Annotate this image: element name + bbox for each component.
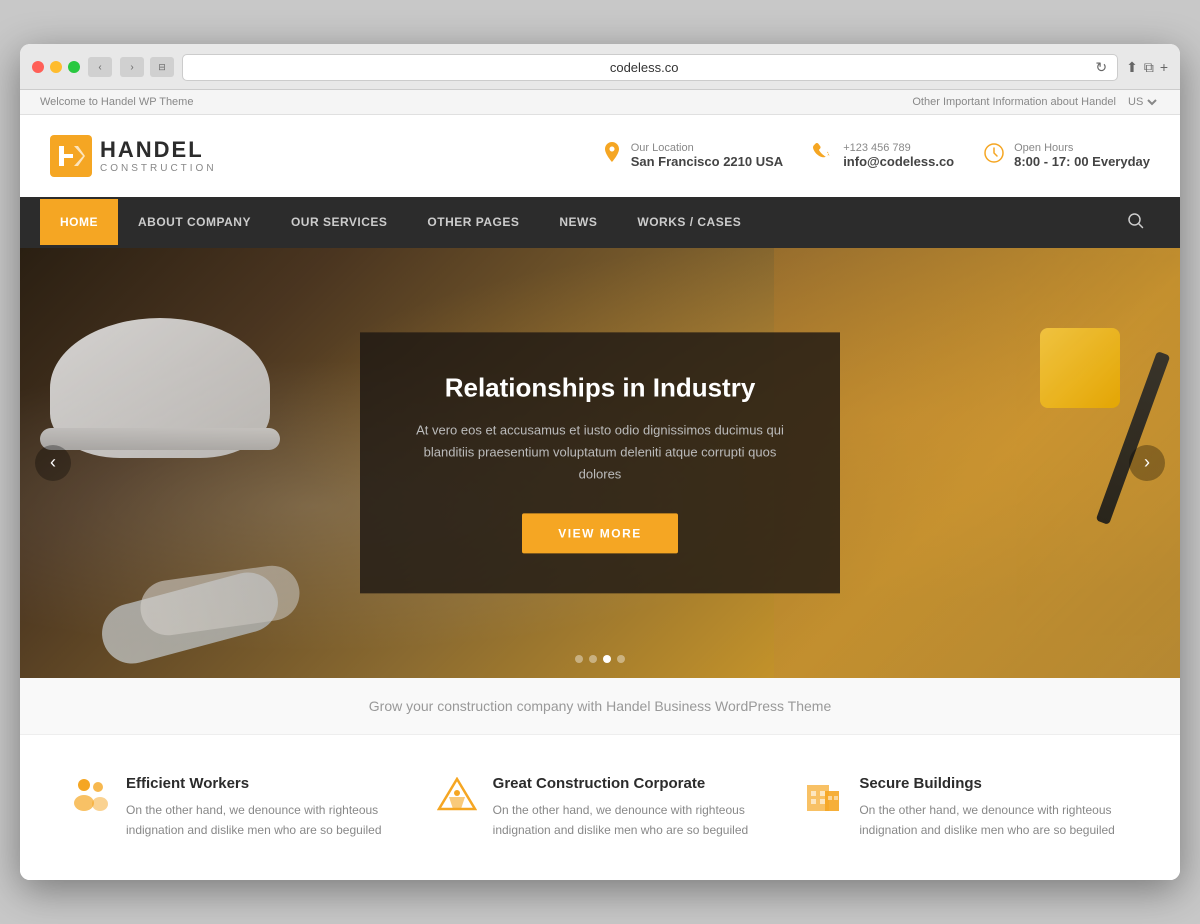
nav-services[interactable]: OUR SERVICES (271, 199, 407, 245)
buildings-icon (803, 777, 843, 821)
header-info: Our Location San Francisco 2210 USA +123… (603, 142, 1150, 169)
hero-prev-button[interactable]: ‹ (35, 445, 71, 481)
slide-dot-4[interactable] (617, 655, 625, 663)
website-content: Welcome to Handel WP Theme Other Importa… (20, 90, 1180, 881)
feature-2-text: On the other hand, we denounce with righ… (493, 800, 764, 841)
phone-label: +123 456 789 (843, 142, 954, 154)
hero-text: At vero eos et accusamus et iusto odio d… (410, 419, 790, 485)
slide-dot-3[interactable] (603, 655, 611, 663)
location-info: Our Location San Francisco 2210 USA (603, 142, 783, 169)
location-label: Our Location (631, 142, 783, 154)
feature-3-text: On the other hand, we denounce with righ… (859, 800, 1130, 841)
back-button[interactable]: ‹ (88, 57, 112, 77)
location-value: San Francisco 2210 USA (631, 154, 783, 169)
forward-button[interactable]: › (120, 57, 144, 77)
location-icon (603, 142, 621, 169)
hours-value: 8:00 - 17: 00 Everyday (1014, 154, 1150, 169)
site-header: HANDEL CONSTRUCTION Our Location San Fra… (20, 115, 1180, 197)
feature-2-title: Great Construction Corporate (493, 775, 764, 792)
tagline-text: Grow your construction company with Hand… (369, 698, 831, 714)
browser-chrome: ‹ › ⊟ codeless.co ↻ ⬆ ⧉ + (20, 44, 1180, 90)
hours-info: Open Hours 8:00 - 17: 00 Everyday (984, 142, 1150, 169)
feature-3-title: Secure Buildings (859, 775, 1130, 792)
phone-value: info@codeless.co (843, 154, 954, 169)
language-select[interactable]: US (1124, 95, 1160, 109)
topbar-right: Other Important Information about Handel (912, 96, 1116, 108)
browser-window: ‹ › ⊟ codeless.co ↻ ⬆ ⧉ + Welcome to Han… (20, 44, 1180, 881)
share-button[interactable]: ⬆ (1126, 59, 1138, 76)
nav-about[interactable]: ABOUT COMPANY (118, 199, 271, 245)
feature-1-title: Efficient Workers (126, 775, 397, 792)
features-section: Efficient Workers On the other hand, we … (20, 735, 1180, 881)
minimize-dot[interactable] (50, 61, 62, 73)
tabs-button[interactable]: ⧉ (1144, 59, 1154, 76)
slide-dot-2[interactable] (589, 655, 597, 663)
close-dot[interactable] (32, 61, 44, 73)
hero-dots (575, 655, 625, 663)
feature-1: Efficient Workers On the other hand, we … (70, 775, 397, 841)
refresh-button[interactable]: ↻ (1095, 59, 1107, 76)
slide-dot-1[interactable] (575, 655, 583, 663)
workers-icon (70, 777, 110, 821)
phone-info: +123 456 789 info@codeless.co (813, 142, 954, 169)
feature-2: Great Construction Corporate On the othe… (437, 775, 764, 841)
address-bar: codeless.co ↻ (182, 54, 1118, 81)
logo-icon (50, 135, 92, 177)
hero-overlay: Relationships in Industry At vero eos et… (360, 332, 840, 593)
hero-title: Relationships in Industry (410, 372, 790, 403)
nav-pages[interactable]: OTHER PAGES (407, 199, 539, 245)
reader-button[interactable]: ⊟ (150, 57, 174, 77)
phone-icon (813, 143, 833, 168)
logo-name: HANDEL (100, 137, 217, 163)
feature-1-text: On the other hand, we denounce with righ… (126, 800, 397, 841)
hero-next-button[interactable]: › (1129, 445, 1165, 481)
logo: HANDEL CONSTRUCTION (50, 135, 217, 177)
topbar-left: Welcome to Handel WP Theme (40, 96, 193, 108)
main-nav: HOME ABOUT COMPANY OUR SERVICES OTHER PA… (20, 197, 1180, 248)
search-icon[interactable] (1112, 197, 1160, 248)
view-more-button[interactable]: VIEW MORE (522, 513, 678, 553)
hero-section: ‹ › Relationships in Industry At vero eo… (20, 248, 1180, 678)
url-text: codeless.co (193, 60, 1095, 75)
new-tab-button[interactable]: + (1160, 59, 1168, 76)
top-bar: Welcome to Handel WP Theme Other Importa… (20, 90, 1180, 115)
clock-icon (984, 143, 1004, 168)
nav-news[interactable]: NEWS (539, 199, 617, 245)
construction-icon (437, 777, 477, 821)
maximize-dot[interactable] (68, 61, 80, 73)
nav-works[interactable]: WORKS / CASES (617, 199, 761, 245)
feature-3: Secure Buildings On the other hand, we d… (803, 775, 1130, 841)
logo-sub: CONSTRUCTION (100, 163, 217, 174)
nav-home[interactable]: HOME (40, 199, 118, 245)
hard-hat-shape (50, 298, 290, 498)
tagline-strip: Grow your construction company with Hand… (20, 678, 1180, 735)
hours-label: Open Hours (1014, 142, 1150, 154)
